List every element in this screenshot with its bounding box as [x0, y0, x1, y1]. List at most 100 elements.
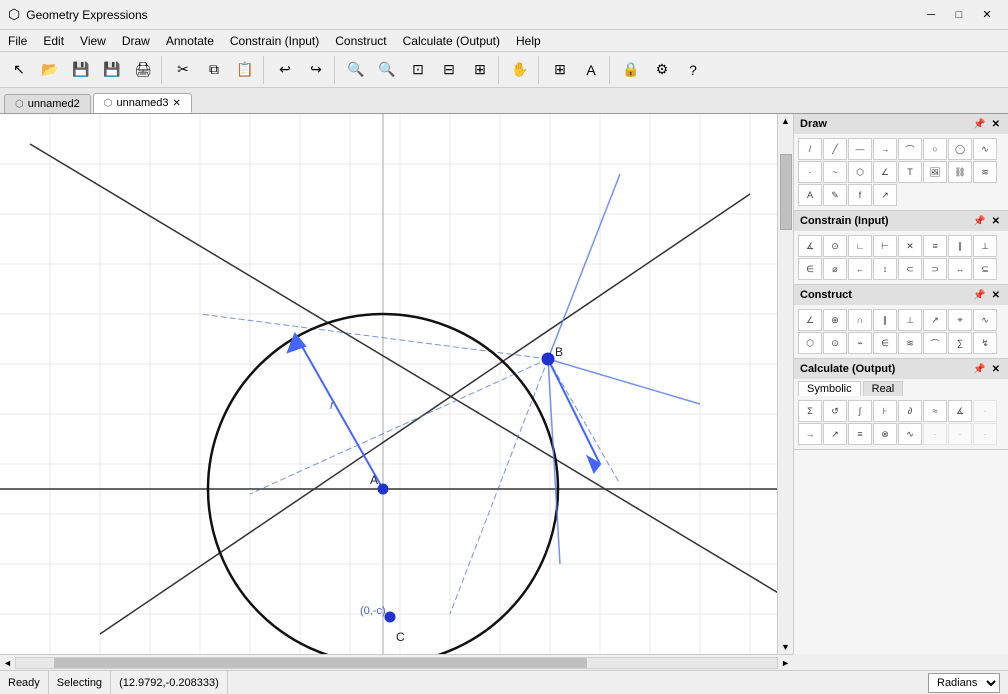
scroll-down-button[interactable]: ▼	[779, 640, 792, 654]
lock-btn[interactable]: 🔒	[616, 56, 646, 84]
calculate-icon-3[interactable]: ∫	[848, 400, 872, 422]
constrain-icon-11[interactable]: ←	[848, 258, 872, 280]
calculate-panel-pin[interactable]: 📌	[971, 364, 987, 375]
menu-item-annotate[interactable]: Annotate	[158, 30, 222, 51]
draw-panel-close[interactable]: ✕	[990, 119, 1002, 130]
constrain-icon-8[interactable]: ⊥	[973, 235, 997, 257]
menu-item-construct[interactable]: Construct	[327, 30, 394, 51]
constrain-icon-16[interactable]: ⊆	[973, 258, 997, 280]
tab-unnamed2[interactable]: ⬡unnamed2	[4, 94, 91, 113]
draw-icon-3[interactable]: —	[848, 138, 872, 160]
calculate-icon-15[interactable]: ·	[948, 423, 972, 445]
select-tool[interactable]: ↖	[4, 56, 34, 84]
menu-item-draw[interactable]: Draw	[114, 30, 158, 51]
text-btn[interactable]: A	[576, 56, 606, 84]
construct-icon-7[interactable]: ⌖	[948, 309, 972, 331]
copy-btn[interactable]: ⧉	[199, 56, 229, 84]
construct-icon-14[interactable]: ⌒	[923, 332, 947, 354]
construct-icon-9[interactable]: ⬡	[798, 332, 822, 354]
draw-icon-18[interactable]: ✎	[823, 184, 847, 206]
calculate-icon-9[interactable]: →	[798, 423, 822, 445]
open-btn[interactable]: 💾	[66, 56, 96, 84]
construct-icon-4[interactable]: ∥	[873, 309, 897, 331]
calculate-icon-8[interactable]: ·	[973, 400, 997, 422]
tab-unnamed3[interactable]: ⬡unnamed3✕	[93, 93, 192, 113]
construct-icon-13[interactable]: ≋	[898, 332, 922, 354]
save-btn[interactable]: 💾	[97, 56, 127, 84]
construct-icon-5[interactable]: ⊥	[898, 309, 922, 331]
construct-icon-2[interactable]: ⊕	[823, 309, 847, 331]
construct-icon-12[interactable]: ∈	[873, 332, 897, 354]
close-button[interactable]: ✕	[974, 5, 1000, 25]
calculate-icon-14[interactable]: ·	[923, 423, 947, 445]
construct-icon-3[interactable]: ∩	[848, 309, 872, 331]
hscroll-thumb[interactable]	[54, 658, 587, 668]
scroll-left-button[interactable]: ◄	[0, 656, 15, 670]
draw-panel-pin[interactable]: 📌	[971, 119, 987, 130]
paste-btn[interactable]: 📋	[230, 56, 260, 84]
zoom-in-btn[interactable]: 🔍	[341, 56, 371, 84]
calculate-icon-2[interactable]: ↺	[823, 400, 847, 422]
constrain-icon-13[interactable]: ⊂	[898, 258, 922, 280]
calculate-icon-16[interactable]: ·	[973, 423, 997, 445]
draw-icon-14[interactable]: 🖼	[923, 161, 947, 183]
calculate-icon-7[interactable]: ∡	[948, 400, 972, 422]
calculate-icon-5[interactable]: ∂	[898, 400, 922, 422]
constrain-icon-12[interactable]: ↕	[873, 258, 897, 280]
zoom-fit-btn[interactable]: ⊡	[403, 56, 433, 84]
zoom-area-btn[interactable]: ⊞	[465, 56, 495, 84]
pan-btn[interactable]: ✋	[505, 56, 535, 84]
canvas-area[interactable]: r A B C (0,-c) ▲ ▼	[0, 114, 793, 654]
construct-icon-8[interactable]: ∿	[973, 309, 997, 331]
settings-btn[interactable]: ⚙	[647, 56, 677, 84]
new-btn[interactable]: 📂	[35, 56, 65, 84]
zoom-out2-btn[interactable]: ⊟	[434, 56, 464, 84]
construct-panel-pin[interactable]: 📌	[971, 290, 987, 301]
menu-item-edit[interactable]: Edit	[35, 30, 72, 51]
zoom-out-btn[interactable]: 🔍	[372, 56, 402, 84]
construct-icon-1[interactable]: ∠	[798, 309, 822, 331]
menu-item-calculate--output-[interactable]: Calculate (Output)	[395, 30, 508, 51]
menu-item-view[interactable]: View	[72, 30, 114, 51]
calculate-panel-close[interactable]: ✕	[990, 364, 1002, 375]
constrain-icon-2[interactable]: ⊙	[823, 235, 847, 257]
draw-icon-8[interactable]: ∿	[973, 138, 997, 160]
constrain-icon-1[interactable]: ∡	[798, 235, 822, 257]
undo-btn[interactable]: ↩	[270, 56, 300, 84]
constrain-icon-3[interactable]: ∟	[848, 235, 872, 257]
constrain-panel-pin[interactable]: 📌	[971, 216, 987, 227]
draw-icon-9[interactable]: ·	[798, 161, 822, 183]
draw-icon-12[interactable]: ∠	[873, 161, 897, 183]
scroll-right-button[interactable]: ►	[778, 656, 793, 670]
calculate-icon-13[interactable]: ∿	[898, 423, 922, 445]
constrain-icon-4[interactable]: ⊢	[873, 235, 897, 257]
calculate-icon-12[interactable]: ⊗	[873, 423, 897, 445]
scroll-up-button[interactable]: ▲	[779, 114, 792, 128]
draw-icon-20[interactable]: ↗	[873, 184, 897, 206]
minimize-button[interactable]: ─	[918, 5, 944, 25]
constrain-icon-7[interactable]: ∥	[948, 235, 972, 257]
draw-icon-5[interactable]: ⌒	[898, 138, 922, 160]
calculate-icon-1[interactable]: Σ	[798, 400, 822, 422]
print-btn[interactable]: 🖨	[128, 56, 158, 84]
construct-panel-close[interactable]: ✕	[990, 290, 1002, 301]
draw-icon-16[interactable]: ≋	[973, 161, 997, 183]
constrain-icon-14[interactable]: ⊃	[923, 258, 947, 280]
construct-icon-6[interactable]: ↗	[923, 309, 947, 331]
draw-icon-13[interactable]: T	[898, 161, 922, 183]
draw-icon-7[interactable]: ◯	[948, 138, 972, 160]
tab-real[interactable]: Real	[863, 381, 904, 396]
construct-icon-10[interactable]: ⊙	[823, 332, 847, 354]
construct-icon-15[interactable]: ∑	[948, 332, 972, 354]
draw-icon-10[interactable]: ~	[823, 161, 847, 183]
redo-btn[interactable]: ↪	[301, 56, 331, 84]
constrain-icon-9[interactable]: ∈	[798, 258, 822, 280]
draw-icon-11[interactable]: ⬡	[848, 161, 872, 183]
constrain-icon-10[interactable]: ⌀	[823, 258, 847, 280]
constrain-panel-close[interactable]: ✕	[990, 216, 1002, 227]
maximize-button[interactable]: □	[946, 5, 972, 25]
scroll-thumb[interactable]	[780, 154, 792, 231]
cut-btn[interactable]: ✂	[168, 56, 198, 84]
construct-icon-16[interactable]: ↯	[973, 332, 997, 354]
draw-icon-2[interactable]: ╱	[823, 138, 847, 160]
